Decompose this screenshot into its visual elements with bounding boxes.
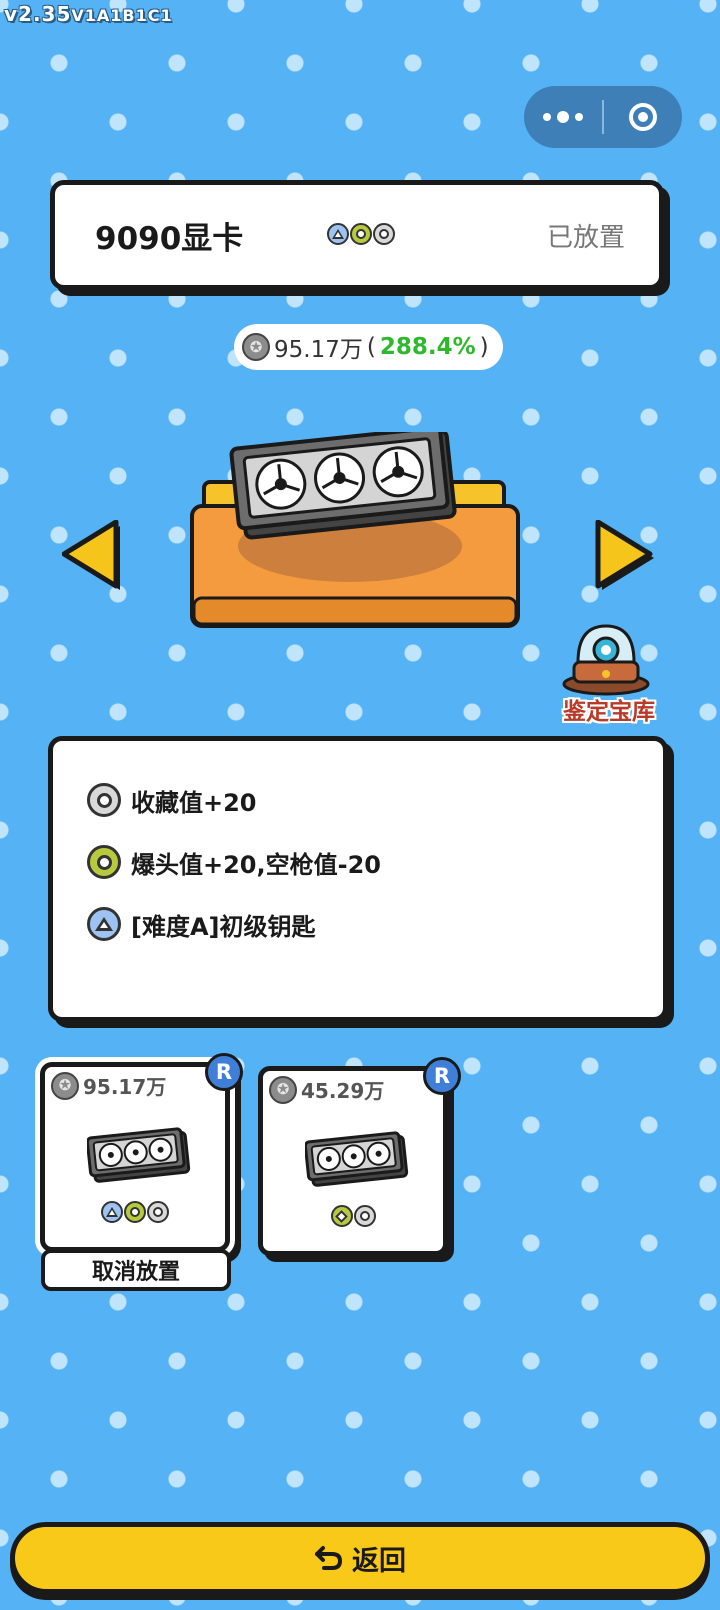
item-status: 已放置 xyxy=(546,223,625,253)
inventory-slot[interactable]: 45.29万 R xyxy=(258,1057,461,1256)
next-arrow-icon[interactable] xyxy=(592,520,656,596)
circle-gem-icon xyxy=(124,1201,146,1223)
effect-row: 收藏值+20 xyxy=(87,769,663,831)
effect-text: [难度A]初级钥匙 xyxy=(131,912,316,941)
slot-gem-icons xyxy=(45,1201,225,1223)
circle-gem-icon xyxy=(87,783,121,817)
back-label: 返回 xyxy=(352,1545,406,1577)
triangle-gem-icon xyxy=(87,907,121,941)
slot-gem-icons xyxy=(263,1205,443,1227)
effect-text: 收藏值+20 xyxy=(131,788,257,817)
circle-gem-icon xyxy=(353,1205,376,1227)
diamond-gem-icon xyxy=(330,1205,353,1227)
inventory-slot[interactable]: 95.17万 R 取消放置 xyxy=(40,1053,243,1291)
circle-gem-icon xyxy=(147,1201,169,1223)
return-icon xyxy=(315,1546,343,1570)
slot-price: 45.29万 xyxy=(269,1075,384,1104)
rarity-badge: R xyxy=(205,1053,243,1091)
cancel-placement-button[interactable]: 取消放置 xyxy=(41,1249,231,1291)
triangle-gem-icon xyxy=(101,1201,123,1223)
coin-icon xyxy=(269,1075,297,1104)
effect-row: 爆头值+20,空枪值-20 xyxy=(87,831,663,893)
vault-icon xyxy=(562,624,650,696)
effect-text: 爆头值+20,空枪值-20 xyxy=(131,850,381,879)
slot-price: 95.17万 xyxy=(51,1071,166,1100)
circle-gem-icon xyxy=(350,223,372,245)
close-program-icon[interactable] xyxy=(604,86,682,148)
graphics-card-icon xyxy=(305,1131,409,1187)
version-label: v2.35V1A1B1C1 xyxy=(4,2,173,26)
item-percent: 288.4% xyxy=(379,334,476,360)
circle-gem-icon xyxy=(373,223,395,245)
item-name: 9090显卡 xyxy=(95,221,244,257)
mini-program-capsule xyxy=(524,86,682,148)
effect-row: [难度A]初级钥匙 xyxy=(87,893,663,955)
graphics-card-display xyxy=(190,432,520,628)
item-price-pill: 95.17万(288.4%) xyxy=(234,324,503,370)
item-price: 95.17万 xyxy=(274,337,363,363)
item-gem-icons xyxy=(327,223,395,245)
triangle-gem-icon xyxy=(327,223,349,245)
graphics-card-icon xyxy=(87,1127,191,1183)
back-button[interactable]: 返回 xyxy=(10,1522,710,1594)
effects-card: 收藏值+20 爆头值+20,空枪值-20 [难度A]初级钥匙 xyxy=(48,736,668,1022)
appraisal-vault-button[interactable]: 鉴定宝库 xyxy=(556,622,668,725)
more-menu-icon[interactable] xyxy=(524,86,602,148)
circle-gem-icon xyxy=(87,845,121,879)
coin-icon xyxy=(242,333,270,361)
vault-label: 鉴定宝库 xyxy=(563,699,655,725)
previous-arrow-icon[interactable] xyxy=(62,520,126,596)
coin-icon xyxy=(51,1071,79,1100)
item-title-card: 9090显卡 已放置 xyxy=(50,180,664,290)
rarity-badge: R xyxy=(423,1057,461,1095)
